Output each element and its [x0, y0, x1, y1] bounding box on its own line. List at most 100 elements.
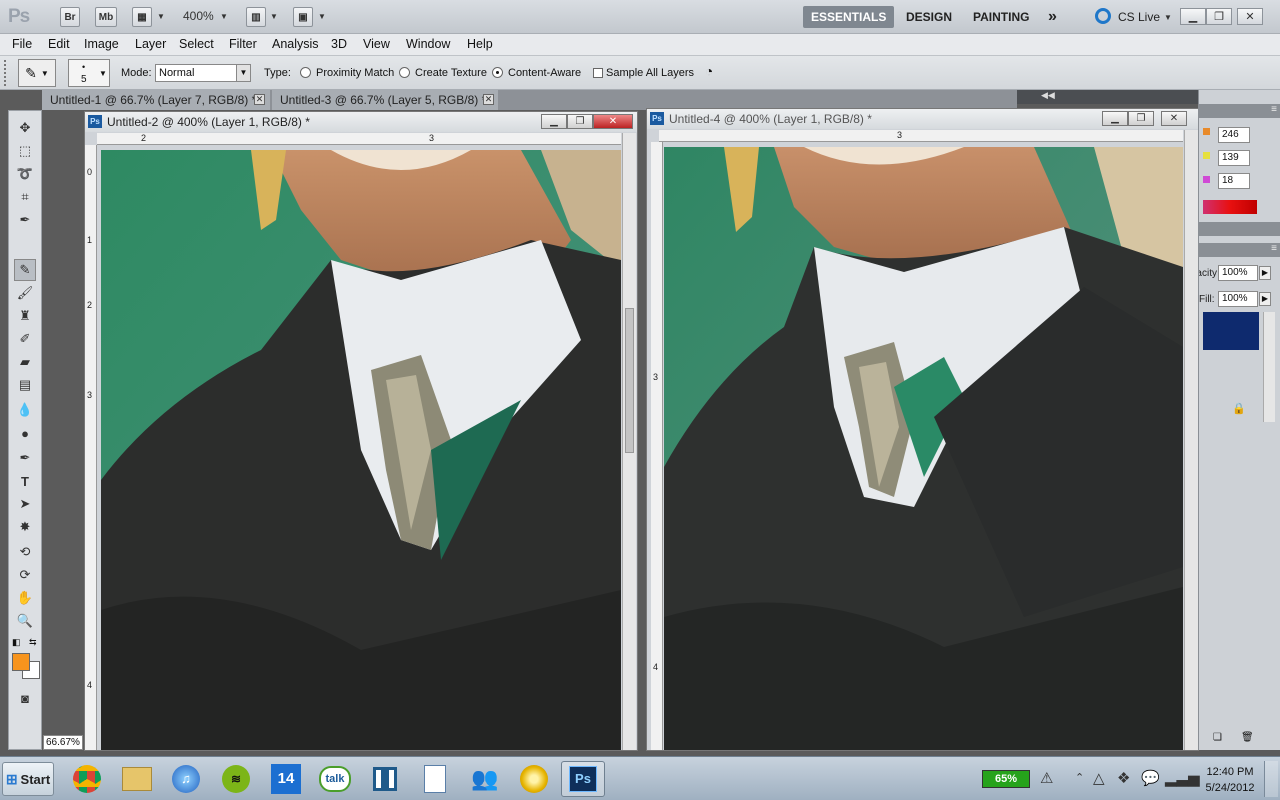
- quick-mask-icon[interactable]: ◙: [14, 687, 36, 709]
- proximity-match-radio[interactable]: [300, 67, 311, 78]
- chat-icon[interactable]: 💬: [1141, 769, 1160, 787]
- menu-3d[interactable]: 3D: [331, 37, 347, 51]
- blue-value[interactable]: 18: [1218, 173, 1250, 189]
- show-hidden-icons-icon[interactable]: ⌃: [1075, 771, 1084, 784]
- clone-stamp-tool-icon[interactable]: ♜: [14, 305, 36, 327]
- file-explorer-icon[interactable]: [115, 761, 159, 797]
- sample-all-layers-label[interactable]: Sample All Layers: [606, 67, 694, 79]
- window-minimize-icon[interactable]: ▁: [1102, 111, 1128, 126]
- tool-preset-picker[interactable]: ✎ ▼: [18, 59, 56, 87]
- workspace-painting[interactable]: PAINTING: [965, 6, 1037, 28]
- fill-value[interactable]: 100%: [1218, 291, 1258, 307]
- opacity-value[interactable]: 100%: [1218, 265, 1258, 281]
- horizontal-ruler[interactable]: 3: [659, 130, 1183, 142]
- workspace-design[interactable]: DESIGN: [898, 6, 960, 28]
- menu-image[interactable]: Image: [84, 37, 119, 51]
- marquee-tool-icon[interactable]: ⬚: [14, 140, 36, 162]
- 3d-orbit-tool-icon[interactable]: ⟳: [14, 564, 36, 586]
- window-title-bar[interactable]: Ps Untitled-2 @ 400% (Layer 1, RGB/8) * …: [85, 112, 637, 132]
- vertical-ruler[interactable]: 0 1 2 3 4: [85, 145, 97, 750]
- menu-view[interactable]: View: [363, 37, 390, 51]
- mode-select[interactable]: Normal ▼: [155, 64, 251, 82]
- collapse-dock-icon[interactable]: ◀◀: [1041, 90, 1055, 101]
- warning-icon[interactable]: ⚠: [1040, 769, 1053, 787]
- opacity-arrow-icon[interactable]: ▶: [1259, 266, 1271, 280]
- foreground-color-swatch[interactable]: [12, 653, 30, 671]
- lasso-tool-icon[interactable]: ➰: [14, 163, 36, 185]
- tab-untitled-1[interactable]: Untitled-1 @ 66.7% (Layer 7, RGB/8) *: [42, 90, 270, 110]
- horizontal-ruler[interactable]: 2 3: [97, 133, 621, 145]
- zoom-level[interactable]: 400%: [183, 9, 214, 23]
- start-button[interactable]: ⊞ Start: [2, 762, 54, 796]
- mini-bridge-button[interactable]: Mb: [95, 7, 117, 27]
- cs-live-chevron-down-icon[interactable]: ▼: [1164, 13, 1172, 22]
- view-extras-icon[interactable]: ▦: [132, 7, 152, 27]
- itunes-icon[interactable]: ♫: [164, 761, 208, 797]
- notes-icon[interactable]: [413, 761, 457, 797]
- fill-arrow-icon[interactable]: ▶: [1259, 292, 1271, 306]
- window-minimize-icon[interactable]: ▁: [541, 114, 567, 129]
- menu-help[interactable]: Help: [467, 37, 493, 51]
- pen-tool-icon[interactable]: ✒: [14, 447, 36, 469]
- hand-tool-icon[interactable]: ✋: [14, 587, 36, 609]
- swap-colors-icon[interactable]: ⇆: [29, 637, 37, 648]
- panel-menu-icon[interactable]: ≡: [1271, 243, 1277, 254]
- document-canvas[interactable]: [664, 147, 1183, 750]
- layers-scrollbar[interactable]: [1263, 312, 1275, 422]
- layer-thumbnail[interactable]: [1203, 312, 1259, 350]
- spot-healing-tool-icon[interactable]: ✎: [14, 259, 36, 281]
- green-value[interactable]: 139: [1218, 150, 1250, 166]
- menu-layer[interactable]: Layer: [135, 37, 166, 51]
- red-value[interactable]: 246: [1218, 127, 1250, 143]
- brush-tool-icon[interactable]: 🖌: [14, 282, 36, 304]
- photoshop-icon[interactable]: Ps: [561, 761, 605, 797]
- google-talk-icon[interactable]: talk: [313, 761, 357, 797]
- system-clock[interactable]: 12:40 PM 5/24/2012: [1196, 764, 1264, 796]
- menu-analysis[interactable]: Analysis: [272, 37, 319, 51]
- more-workspaces-icon[interactable]: »: [1040, 6, 1065, 28]
- menu-filter[interactable]: Filter: [229, 37, 257, 51]
- menu-select[interactable]: Select: [179, 37, 214, 51]
- default-colors-icon[interactable]: ◧: [12, 637, 21, 648]
- bridge-button[interactable]: Br: [60, 7, 80, 27]
- proximity-match-label[interactable]: Proximity Match: [316, 67, 394, 79]
- blur-tool-icon[interactable]: 💧: [14, 399, 36, 421]
- color-ramp[interactable]: [1203, 200, 1257, 214]
- crop-tool-icon[interactable]: ⌗: [14, 186, 36, 208]
- dropbox-icon[interactable]: ❖: [1117, 769, 1130, 787]
- window-restore-icon[interactable]: ❐: [567, 114, 593, 129]
- type-tool-icon[interactable]: T: [14, 470, 36, 492]
- scrollbar-thumb[interactable]: [625, 308, 634, 453]
- vertical-scrollbar[interactable]: [1184, 130, 1198, 750]
- arrange-documents-icon[interactable]: ▥: [246, 7, 266, 27]
- layers-panel-header[interactable]: ≡: [1199, 243, 1280, 257]
- panel-menu-icon[interactable]: ≡: [1271, 104, 1277, 115]
- chrome-icon[interactable]: [65, 761, 109, 797]
- content-aware-radio[interactable]: [492, 67, 503, 78]
- window-restore-icon[interactable]: ❐: [1128, 111, 1154, 126]
- tab-close-icon[interactable]: ✕: [483, 94, 494, 105]
- content-aware-label[interactable]: Content-Aware: [508, 67, 581, 79]
- create-texture-label[interactable]: Create Texture: [415, 67, 487, 79]
- contacts-icon[interactable]: 👥: [463, 761, 507, 797]
- window-title-bar[interactable]: Ps Untitled-4 @ 400% (Layer 1, RGB/8) * …: [647, 109, 1198, 129]
- cs-live-label[interactable]: CS Live: [1118, 10, 1160, 24]
- move-tool-icon[interactable]: ✥: [14, 117, 36, 139]
- google-drive-icon[interactable]: △: [1093, 769, 1105, 787]
- color-panel-header[interactable]: ≡: [1199, 104, 1280, 118]
- new-layer-icon[interactable]: ❏: [1213, 732, 1222, 743]
- eyedropper-tool-icon[interactable]: ✒: [14, 209, 36, 231]
- minimize-icon[interactable]: ▁: [1180, 8, 1206, 25]
- brush-picker[interactable]: • 5 ▼: [68, 59, 110, 87]
- menu-file[interactable]: File: [12, 37, 32, 51]
- status-zoom[interactable]: 66.67%: [43, 735, 83, 750]
- delete-layer-icon[interactable]: 🗑: [1241, 732, 1254, 743]
- create-texture-radio[interactable]: [399, 67, 410, 78]
- sample-all-layers-checkbox[interactable]: [593, 68, 603, 78]
- workspace-essentials[interactable]: ESSENTIALS: [803, 6, 895, 28]
- history-brush-tool-icon[interactable]: ✐: [14, 328, 36, 350]
- view-extras-chevron-down-icon[interactable]: ▼: [157, 12, 165, 21]
- window-close-icon[interactable]: ✕: [1161, 111, 1187, 126]
- pressure-size-icon[interactable]: ◔: [699, 63, 719, 83]
- vertical-scrollbar[interactable]: [622, 133, 636, 750]
